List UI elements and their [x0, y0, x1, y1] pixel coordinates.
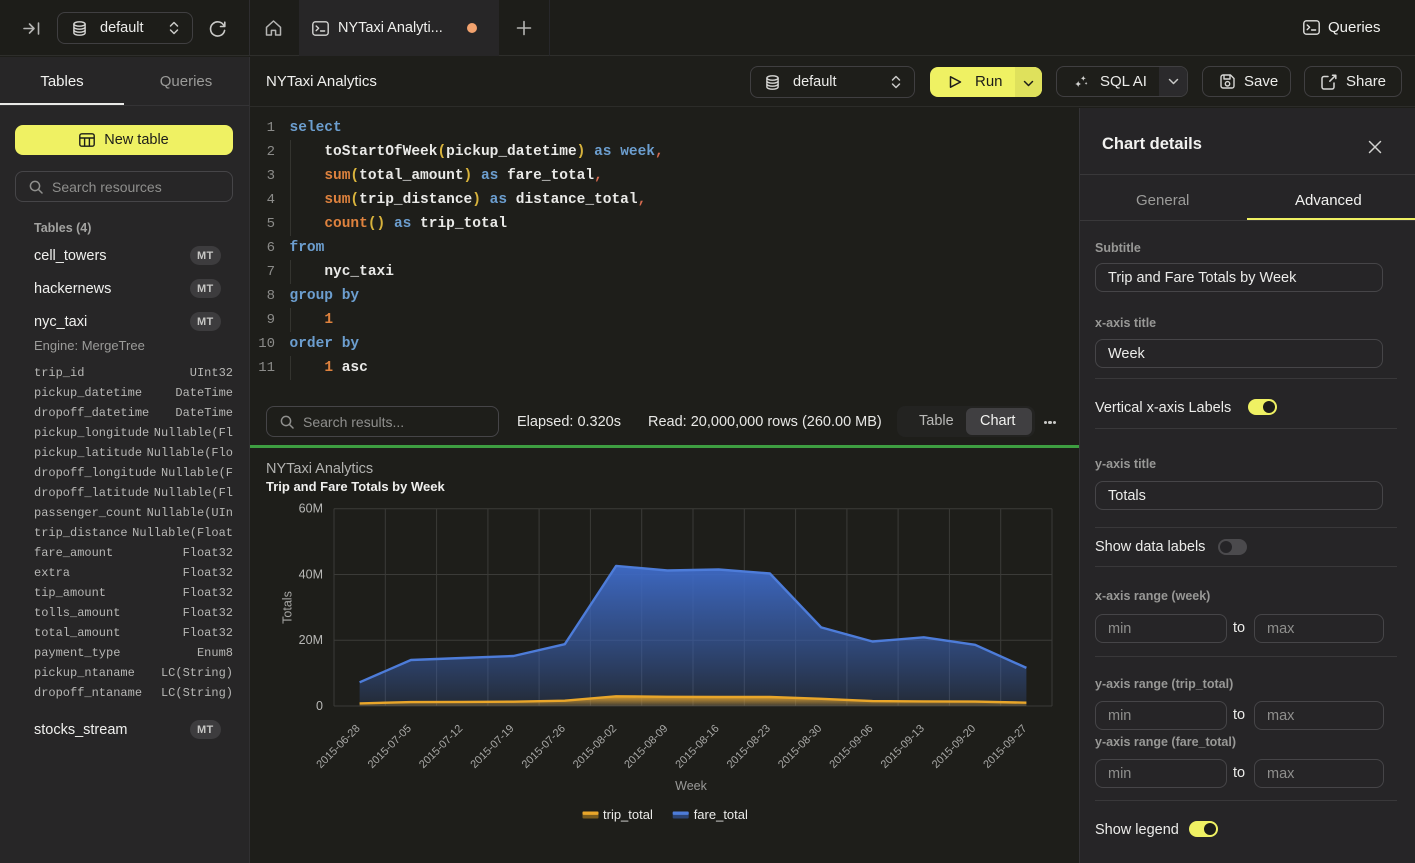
svg-text:2015-08-16: 2015-08-16	[673, 723, 721, 771]
svg-text:20M: 20M	[299, 633, 323, 647]
svg-text:2015-06-28: 2015-06-28	[314, 723, 362, 771]
svg-text:Week: Week	[675, 779, 707, 793]
svg-text:2015-08-09: 2015-08-09	[622, 723, 670, 771]
svg-text:2015-08-23: 2015-08-23	[725, 723, 773, 771]
svg-text:2015-07-26: 2015-07-26	[520, 723, 568, 771]
svg-text:2015-07-19: 2015-07-19	[468, 723, 516, 771]
svg-text:2015-09-13: 2015-09-13	[879, 723, 927, 771]
svg-text:60M: 60M	[299, 502, 323, 516]
svg-text:2015-07-05: 2015-07-05	[366, 723, 414, 771]
svg-text:0: 0	[316, 699, 323, 713]
svg-text:2015-08-30: 2015-08-30	[776, 723, 824, 771]
svg-text:fare_total: fare_total	[694, 807, 748, 822]
svg-text:Totals: Totals	[281, 591, 295, 624]
svg-text:2015-09-20: 2015-09-20	[930, 723, 978, 771]
svg-text:2015-08-02: 2015-08-02	[571, 723, 619, 771]
svg-text:trip_total: trip_total	[603, 807, 653, 822]
svg-text:2015-07-12: 2015-07-12	[417, 723, 465, 771]
svg-text:40M: 40M	[299, 568, 323, 582]
svg-text:2015-09-27: 2015-09-27	[981, 723, 1029, 771]
svg-text:2015-09-06: 2015-09-06	[827, 723, 875, 771]
